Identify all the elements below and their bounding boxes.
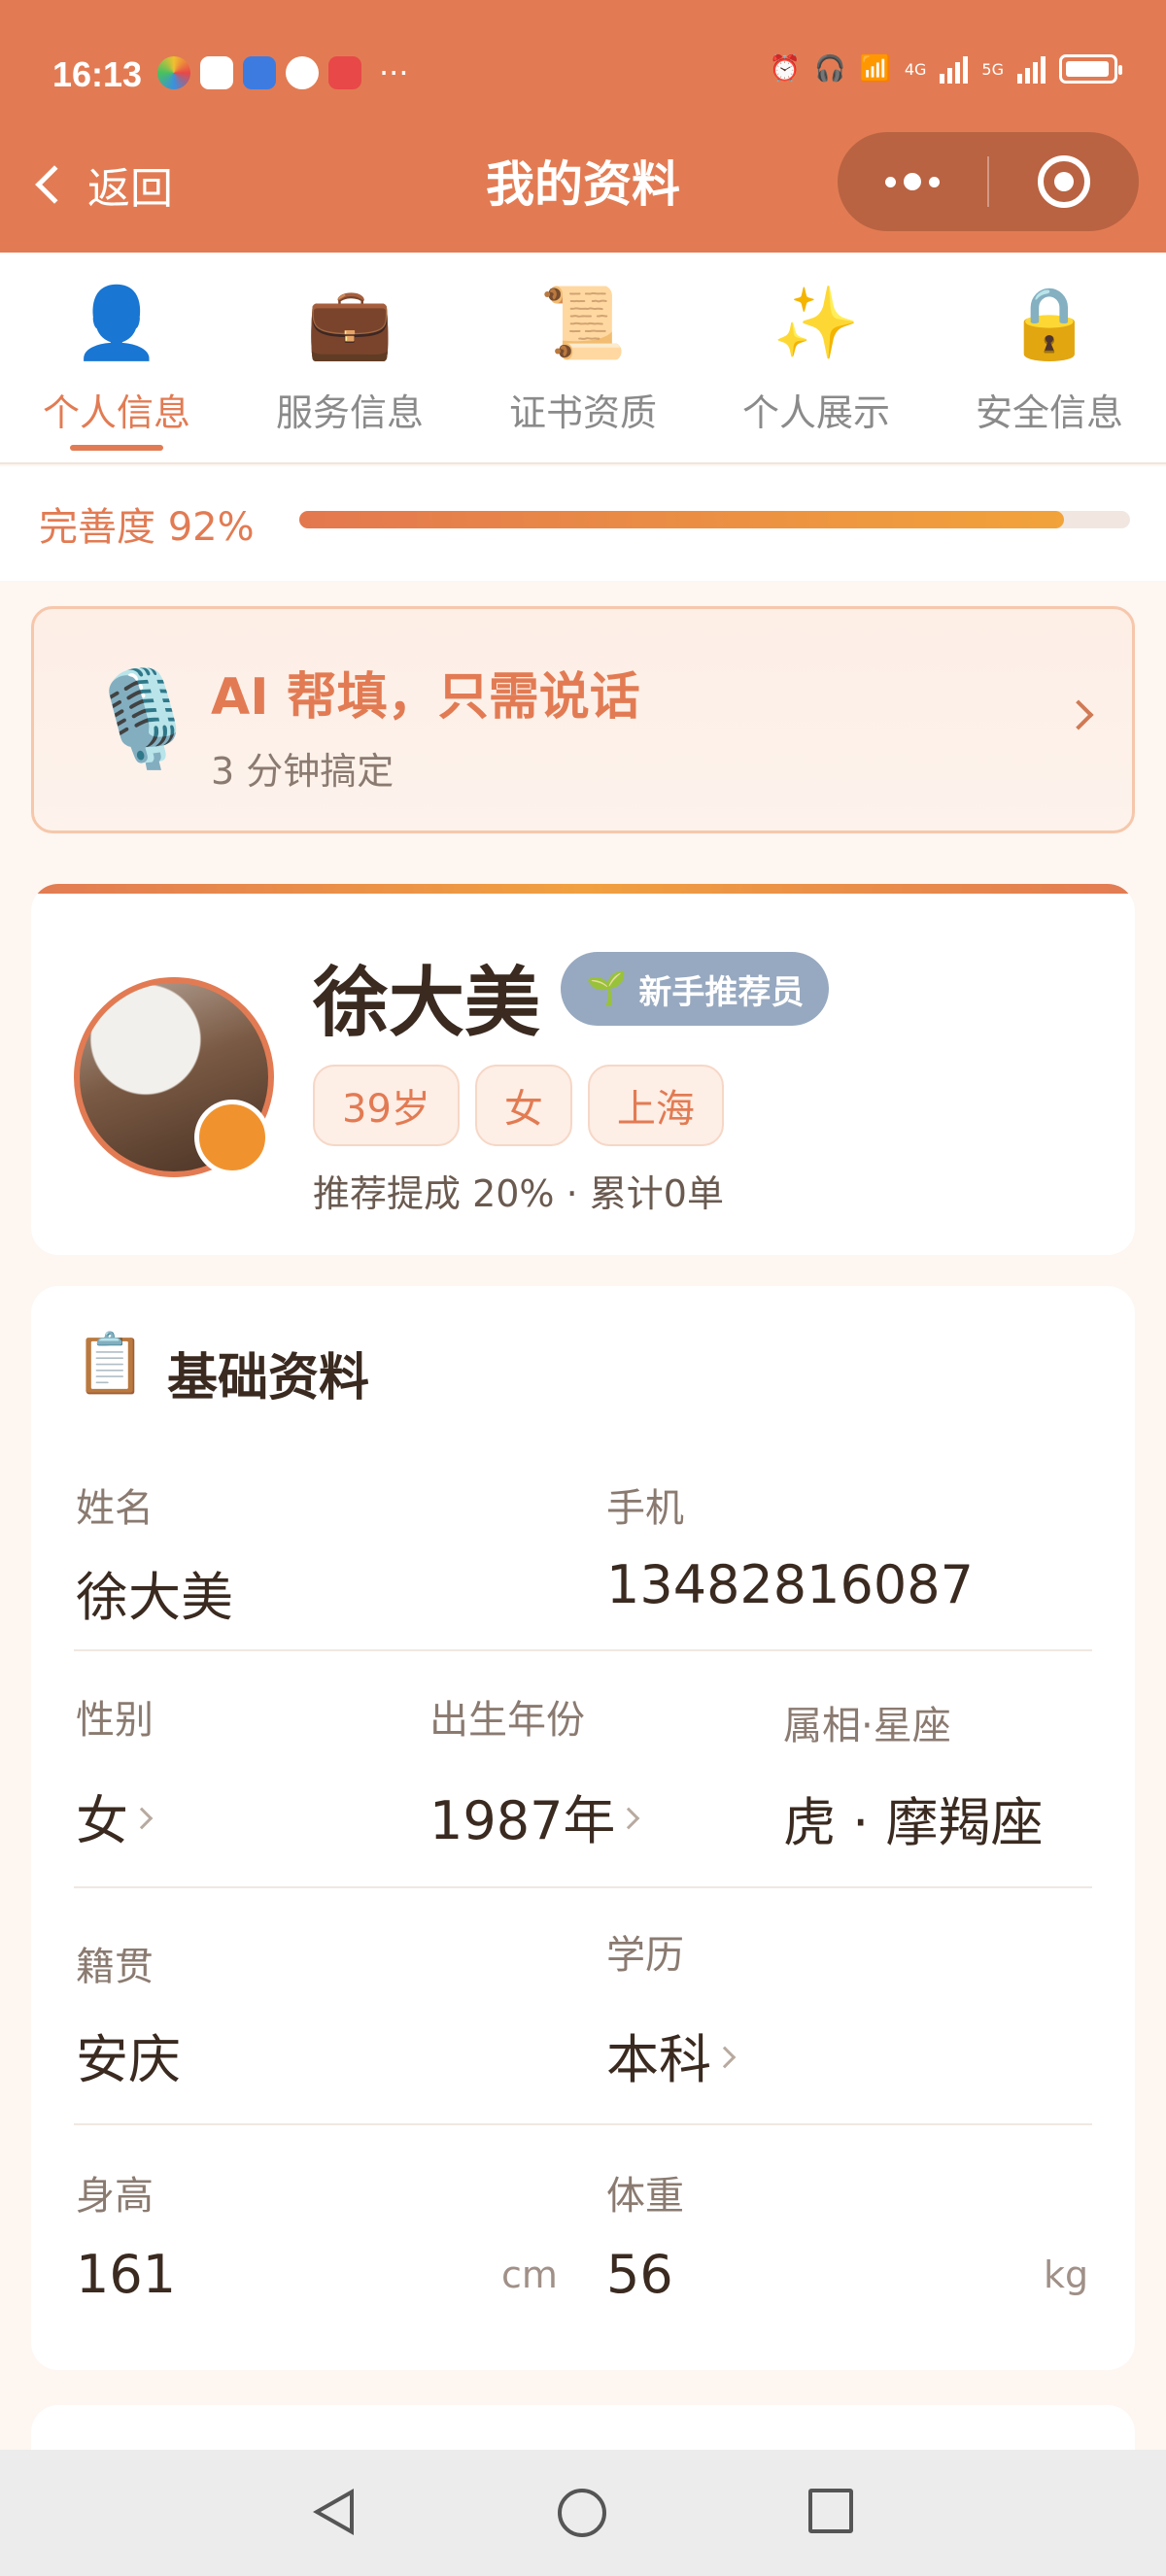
education-select[interactable]: 本科 [606,2017,737,2093]
phone-field[interactable]: 13482816087 [606,1554,974,1615]
completion-progress-bar [299,511,1130,528]
chevron-right-icon [713,2046,737,2068]
weight-unit: kg [1044,2254,1089,2296]
scroll-icon: 📜 [539,282,627,363]
chat-bubble-icon [286,56,319,89]
profile-name: 徐大美 [313,960,541,1047]
gender-select[interactable]: 女 [76,1778,154,1854]
weight-label: 体重 [606,2174,684,2219]
ai-banner-subtitle: 3 分钟搞定 [211,750,394,793]
tab-security[interactable]: 🔒 安全信息 [933,253,1166,462]
row-divider [74,2123,1092,2125]
recents-square-icon[interactable] [808,2489,853,2533]
tab-label: 证书资质 [508,391,657,434]
app-header: 16:13 ··· ⏰ 🎧 📶 4G 5G 返回 我的资料 [0,0,1166,253]
zodiac-value: 虎 · 摩羯座 [783,1792,1044,1853]
app-notification-icon [243,56,276,89]
rank-badge-label: 新手推荐员 [638,972,805,1012]
profile-stats: 推荐提成 20% · 累计0单 [313,1172,724,1215]
microphone-icon: 🎙️ [85,664,201,773]
tab-personal-info[interactable]: 👤 个人信息 [0,253,233,462]
profile-tabs: 👤 个人信息 💼 服务信息 📜 证书资质 ✨ 个人展示 🔒 安全信息 [0,253,1166,464]
row-divider [74,1649,1092,1651]
height-field[interactable]: 161 [76,2244,176,2305]
back-triangle-icon[interactable] [313,2489,354,2535]
home-circle-icon[interactable] [558,2489,606,2537]
lock-icon: 🔒 [1006,282,1093,363]
completion-label: 完善度 92% [39,505,255,550]
notification-icons: ··· [157,56,409,89]
status-time: 16:13 [52,54,143,94]
network-type-label: 4G [904,59,927,79]
chevron-right-icon [130,1807,154,1829]
sparkles-icon: ✨ [772,282,860,363]
battery-icon [1059,54,1122,84]
profile-card: 徐大美 🌱 新手推荐员 39岁 女 上海 推荐提成 20% · 累计0单 [31,884,1135,1255]
person-icon: 👤 [73,282,160,363]
status-bar: 16:13 ··· ⏰ 🎧 📶 4G 5G [0,0,1166,146]
signal-icon [1017,54,1046,84]
name-field[interactable]: 徐大美 [76,1554,233,1631]
profile-chips: 39岁 女 上海 [313,1065,724,1146]
birth-year-value: 1987年 [429,1790,616,1851]
zodiac-label: 属相·星座 [783,1704,951,1748]
tab-label: 个人信息 [42,391,190,434]
app-notification-icon [157,56,190,89]
city-chip: 上海 [587,1065,724,1146]
system-icons: ⏰ 🎧 📶 4G 5G [769,54,1122,84]
education-label: 学历 [606,1933,684,1978]
name-label: 姓名 [76,1486,154,1531]
close-program-button[interactable] [989,132,1139,231]
phone-label: 手机 [606,1486,684,1531]
signal-icon [940,54,969,84]
more-notifications-icon: ··· [379,54,409,91]
more-dots-icon [885,173,940,190]
tab-certificates[interactable]: 📜 证书资质 [466,253,700,462]
ai-fill-banner[interactable]: 🎙️ AI 帮填，只需说话 3 分钟搞定 [31,606,1135,833]
tab-label: 安全信息 [975,391,1123,434]
tab-showcase[interactable]: ✨ 个人展示 [700,253,933,462]
weight-field[interactable]: 56 [606,2244,673,2305]
chevron-right-icon [618,1807,640,1829]
briefcase-icon: 💼 [306,282,394,363]
gender-label: 性别 [76,1698,154,1743]
more-menu-button[interactable] [838,132,987,231]
shopping-app-icon [328,56,361,89]
education-value: 本科 [606,2029,711,2090]
music-app-icon [200,56,233,89]
alarm-icon: ⏰ [769,54,802,84]
target-icon [1038,155,1090,208]
tab-label: 个人展示 [741,391,890,434]
wifi-icon: 📶 [859,54,891,84]
tab-service-info[interactable]: 💼 服务信息 [233,253,466,462]
birth-year-select[interactable]: 1987年 [429,1778,640,1854]
age-chip: 39岁 [313,1065,460,1146]
gender-value: 女 [76,1790,128,1851]
headphones-icon: 🎧 [814,54,846,84]
hometown-field[interactable]: 安庆 [76,2017,181,2093]
rank-badge: 🌱 新手推荐员 [561,952,830,1026]
system-navigation-bar [0,2450,1166,2576]
gender-chip: 女 [474,1065,572,1146]
network-type-label: 5G [981,59,1004,79]
height-unit: cm [501,2254,558,2296]
row-divider [74,1886,1092,1888]
chevron-right-icon [1063,699,1094,730]
clipboard-icon: 📋 [74,1330,147,1398]
avatar-status-dot [194,1100,270,1175]
height-label: 身高 [76,2174,154,2219]
ai-banner-title: AI 帮填，只需说话 [211,668,640,727]
hometown-label: 籍贯 [76,1945,154,1989]
completion-progress-fill [299,511,1064,528]
mini-program-capsule [838,132,1139,231]
tab-label: 服务信息 [275,391,424,434]
birth-year-label: 出生年份 [429,1698,585,1743]
basic-info-card: 📋 基础资料 姓名 徐大美 手机 13482816087 性别 女 出生年份 1… [31,1286,1135,2370]
sprout-icon: 🌱 [586,969,628,1008]
section-title: 基础资料 [167,1349,370,1407]
